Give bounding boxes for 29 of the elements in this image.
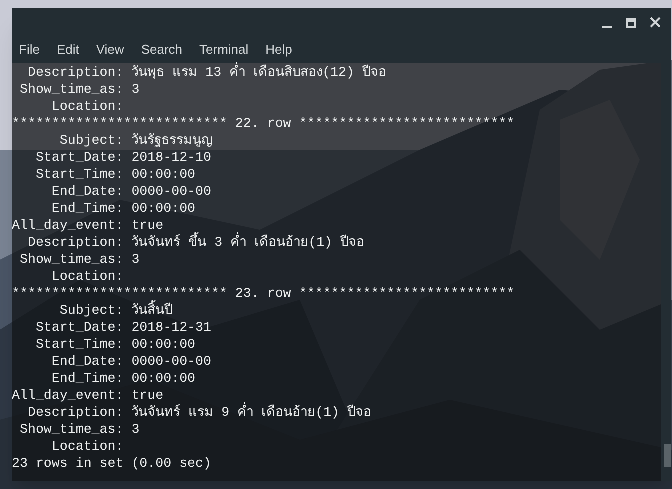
terminal-line: Start_Date: 2018-12-31 (34, 320, 212, 335)
terminal-line: Start_Date: 2018-12-10 (34, 150, 212, 165)
terminal-line: Start_Time: 00:00:00 (34, 337, 196, 352)
terminal-line: 23 rows in set (0.00 sec) (12, 456, 212, 471)
terminal-line: End_Time: 00:00:00 (50, 371, 196, 386)
menu-item[interactable]: Search (141, 40, 183, 60)
close-icon[interactable] (650, 17, 661, 28)
menu-item[interactable]: Terminal (200, 40, 249, 60)
terminal-line: All_day_event: true (12, 218, 164, 233)
menu-item[interactable]: Edit (56, 40, 80, 60)
terminal-line: End_Date: 0000-00-00 (50, 184, 212, 199)
terminal-line: *************************** 23. row *************************** (12, 286, 515, 301)
terminal-line: Subject: วันรัฐธรรมนูญ (58, 133, 213, 148)
menu-item[interactable]: View (96, 40, 124, 60)
terminal-line: Location: (50, 269, 124, 284)
terminal-line: *************************** 22. row *************************** (12, 116, 515, 131)
terminal-line: Show_time_as: 3 (18, 252, 140, 267)
terminal-line: Show_time_as: 3 (18, 422, 140, 437)
menu-item[interactable]: Help (266, 40, 292, 60)
terminal-line: Show_time_as: 3 (18, 82, 140, 97)
terminal-line: End_Date: 0000-00-00 (50, 354, 212, 369)
scrollbar-thumb[interactable] (664, 444, 671, 467)
menu-item[interactable]: File (19, 40, 40, 60)
terminal-line: Location: (50, 439, 124, 454)
terminal-line: End_Time: 00:00:00 (50, 201, 196, 216)
terminal-line: Start_Time: 00:00:00 (34, 167, 196, 182)
maximize-icon[interactable] (626, 18, 636, 28)
terminal-line: Location: (50, 99, 124, 114)
terminal-line: All_day_event: true (12, 388, 164, 403)
